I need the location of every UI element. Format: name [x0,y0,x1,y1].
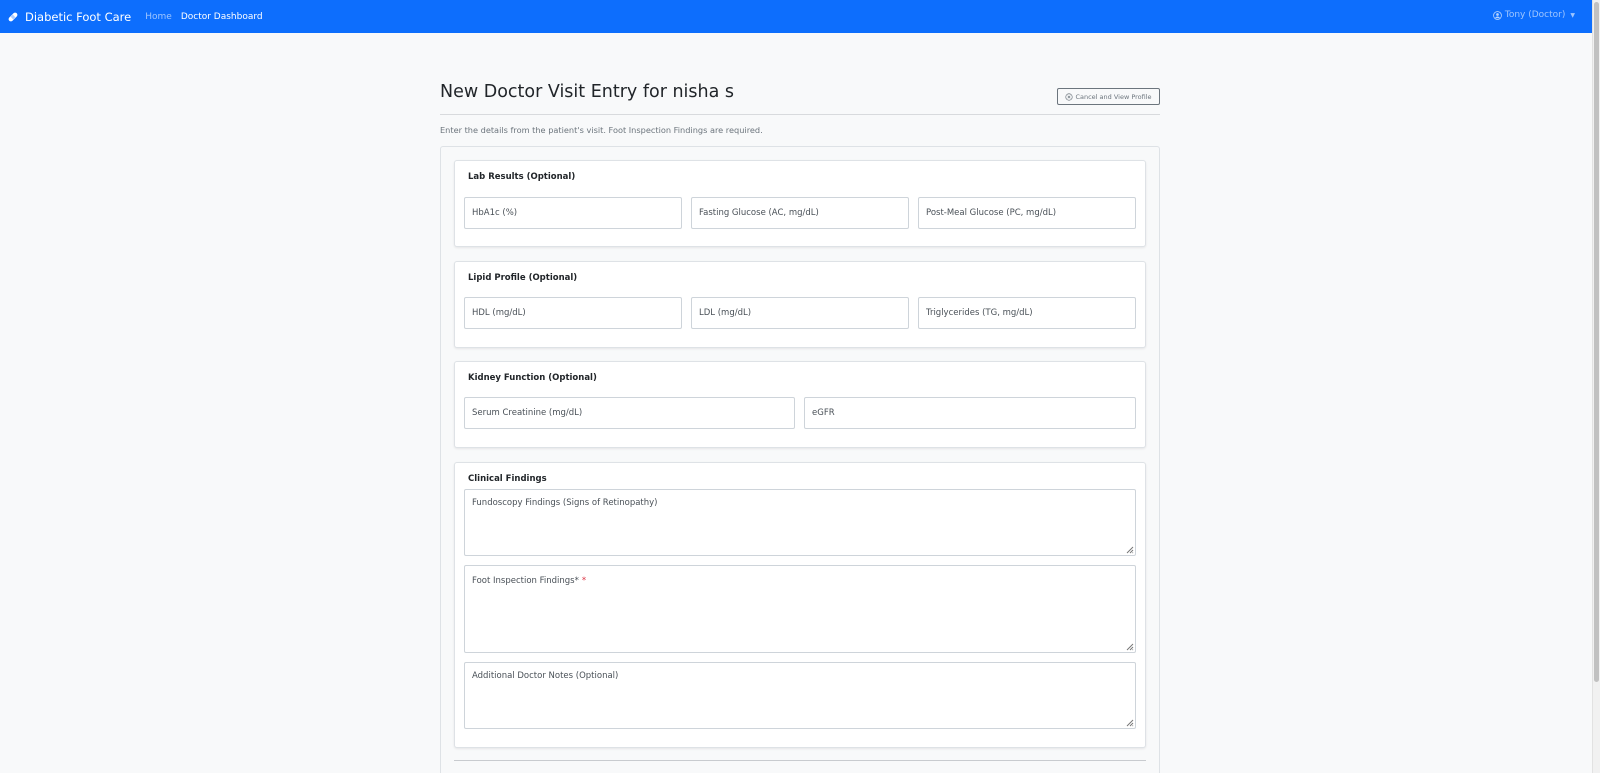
cancel-and-view-profile-button[interactable]: Cancel and View Profile [1057,88,1160,105]
post-meal-glucose-input[interactable] [918,197,1136,229]
lipid-profile-title: Lipid Profile (Optional) [468,273,578,283]
lab-results-title: Lab Results (Optional) [468,172,576,182]
resize-grip-icon[interactable] [1126,643,1134,651]
x-circle-icon [1065,92,1074,101]
triglycerides-input[interactable] [918,297,1136,329]
cancel-button-label: Cancel and View Profile [1075,92,1152,101]
foot-inspection-findings-textarea[interactable] [464,565,1136,653]
title-divider [440,114,1160,115]
intro-text: Enter the details from the patient's vis… [440,125,763,135]
egfr-input[interactable] [804,397,1136,429]
top-navbar: Diabetic Foot Care Home Doctor Dashboard [0,0,1592,33]
bandage-icon [8,12,18,21]
user-circle-icon [1493,10,1502,20]
resize-grip-icon[interactable] [1126,719,1134,727]
brand-link[interactable]: Diabetic Foot Care [7,10,131,24]
clinical-findings-title: Clinical Findings [468,474,547,484]
ldl-input[interactable] [691,297,909,329]
additional-doctor-notes-textarea[interactable] [464,662,1136,729]
brand-text: Diabetic Foot Care [25,9,132,24]
resize-grip-icon[interactable] [1126,546,1134,554]
page-scrollbar[interactable] [1592,0,1600,773]
page-title: New Doctor Visit Entry for nisha s [440,82,735,102]
nav-doctor-dashboard-link[interactable]: Doctor Dashboard [181,12,263,22]
user-dropdown-toggle[interactable]: Tony (Doctor) ▼ [1493,10,1575,20]
nav-home-link[interactable]: Home [145,12,172,22]
user-name: Tony (Doctor) [1504,10,1566,20]
hdl-input[interactable] [464,297,682,329]
form-divider [454,760,1146,761]
fasting-glucose-input[interactable] [691,197,909,229]
caret-down-icon: ▼ [1570,11,1575,19]
scrollbar-thumb[interactable] [1594,2,1599,682]
fundoscopy-findings-textarea[interactable] [464,489,1136,556]
hba1c-input[interactable] [464,197,682,229]
serum-creatinine-input[interactable] [464,397,795,429]
kidney-function-title: Kidney Function (Optional) [468,373,597,383]
